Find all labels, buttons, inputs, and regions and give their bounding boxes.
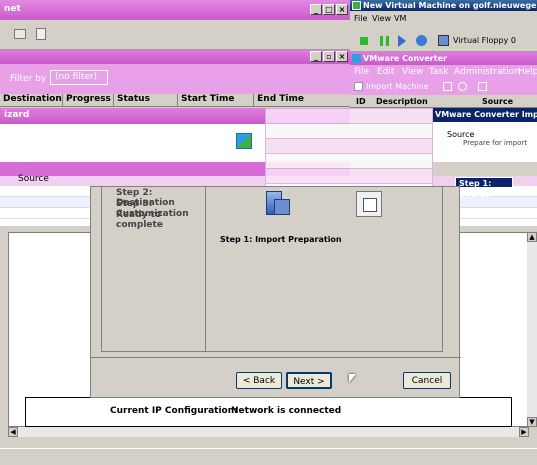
next-button[interactable]: Next > [286,372,332,389]
cancel-button-label: Cancel [411,376,443,386]
floppy-label[interactable]: Virtual Floppy 0 [453,36,516,45]
conv-col-id[interactable]: ID [356,97,366,106]
import-wizard-header: Source Prepare for import [433,122,537,162]
print-icon[interactable] [14,29,26,39]
back-button-label: < Back [242,376,276,386]
step-source-badge-label: Step 1: Source [459,179,492,199]
import-source-heading: Source [447,130,475,139]
converter-titlebar: VMware Converter [350,52,537,65]
converter-toolbar: Import Machine [350,79,537,95]
minimize-button[interactable]: _ [310,4,322,15]
wizard-step-list: Step 2: Destination Step 3: Customizatio… [101,187,205,352]
toolbar-settings-icon[interactable] [458,82,467,91]
toolbar-delete-icon[interactable] [478,82,487,91]
task-list-header: Destination Progress Status Start Time E… [0,94,350,107]
computer-icon [266,191,290,217]
back-button[interactable]: < Back [236,372,282,389]
maximize-button[interactable]: □ [323,4,335,15]
document-icon[interactable] [36,28,46,40]
vertical-scrollbar[interactable]: ▲ ▼ [527,232,537,427]
status-bar [0,448,537,465]
button-divider [91,357,461,358]
vm-icon [352,1,361,10]
power-icon[interactable] [360,37,368,45]
bg-list-left [0,186,100,226]
floppy-icon[interactable] [438,35,449,46]
vm-menu-view[interactable]: View [372,14,391,23]
conv-col-source[interactable]: Source [482,97,513,106]
conv-menu-file[interactable]: File [354,67,369,77]
mouse-cursor-icon [349,374,356,383]
vm-toolbar: Virtual Floppy 0 [350,30,537,52]
converter-subwindow-titlebar: _ ▫ × [0,50,350,64]
sub-close-button[interactable]: × [336,51,348,62]
step-title: Step 1: Import Preparation [220,235,342,244]
vm-menu-vm[interactable]: VM [394,14,406,23]
pause-icon[interactable] [380,36,389,46]
vm-window-titlebar: New Virtual Machine on golf.nieuwegein.a… [350,0,537,11]
ip-config-box: Current IP Configuration: Network is con… [25,397,512,427]
ghost-table [265,108,433,188]
col-status[interactable]: Status [114,94,179,106]
filter-bar: Filter by (no filter) [0,64,350,94]
next-button-label: Next > [293,377,325,387]
scroll-left-icon[interactable]: ◀ [8,427,18,437]
horizontal-scrollbar[interactable]: ◀ ▶ [8,427,529,437]
scroll-up-icon[interactable]: ▲ [527,232,537,242]
source-label: Source [18,174,49,184]
import-wizard-titlebar: VMware Converter Import W [433,108,537,122]
vm-menu-file[interactable]: File [354,14,367,23]
ip-config-value: Network is connected [231,406,342,416]
cancel-button[interactable]: Cancel [403,372,451,389]
scroll-right-icon[interactable]: ▶ [519,427,529,437]
toolbar-action-icon[interactable] [443,82,452,91]
col-start-time[interactable]: Start Time [178,94,255,106]
conv-menu-view[interactable]: View [402,67,423,77]
import-machine-button[interactable]: Import Machine [366,82,429,91]
refresh-icon[interactable] [416,35,427,46]
vm-menubar: File View VM [350,11,537,30]
conv-menu-task[interactable]: Task [429,67,448,77]
step-source-badge[interactable]: Step 1: Source [455,177,513,199]
conv-menu-help[interactable]: Help [518,67,537,77]
ip-config-label: Current IP Configuration: [110,406,238,416]
converter-task-header: ID Description Source [350,95,537,108]
step-ready[interactable]: Ready to complete [116,210,205,230]
vm-window-title: New Virtual Machine on golf.nieuwegein.a… [363,1,537,10]
filter-select[interactable]: (no filter) [50,70,108,85]
filter-select-value: (no filter) [55,72,98,82]
col-end-time[interactable]: End Time [254,94,350,106]
wizard-dialog: Step 2: Destination Step 3: Customizatio… [90,186,461,398]
col-destination[interactable]: Destination [0,94,63,106]
bg-toolbar [0,20,350,50]
bg-window-titlebar: net _ □ × [0,0,350,20]
scroll-down-icon[interactable]: ▼ [527,417,537,427]
import-icon [354,82,363,91]
conv-menu-edit[interactable]: Edit [377,67,394,77]
wizard-header [0,124,265,162]
import-wizard-title: VMware Converter Import W [435,110,537,119]
bg-window-title: net [4,4,21,14]
conv-menu-administration[interactable]: Administration [454,67,520,77]
conv-col-description[interactable]: Description [376,97,428,106]
sub-minimize-button[interactable]: _ [310,51,322,62]
converter-menubar: File Edit View Task Administration Help [350,65,537,79]
sub-maximize-button[interactable]: ▫ [323,51,335,62]
filter-label: Filter by [10,74,47,84]
vm-copy-icon [356,191,382,217]
close-button[interactable]: × [336,4,348,15]
converter-title: VMware Converter [363,54,447,63]
play-icon[interactable] [398,35,406,47]
vmware-logo-icon [236,133,252,149]
converter-icon [352,54,361,63]
wizard-content-pane: Step 1: Import Preparation [205,187,443,352]
import-source-sub: Prepare for import [463,139,528,147]
wizard-title: izard [4,110,30,120]
col-progress[interactable]: Progress [63,94,114,106]
